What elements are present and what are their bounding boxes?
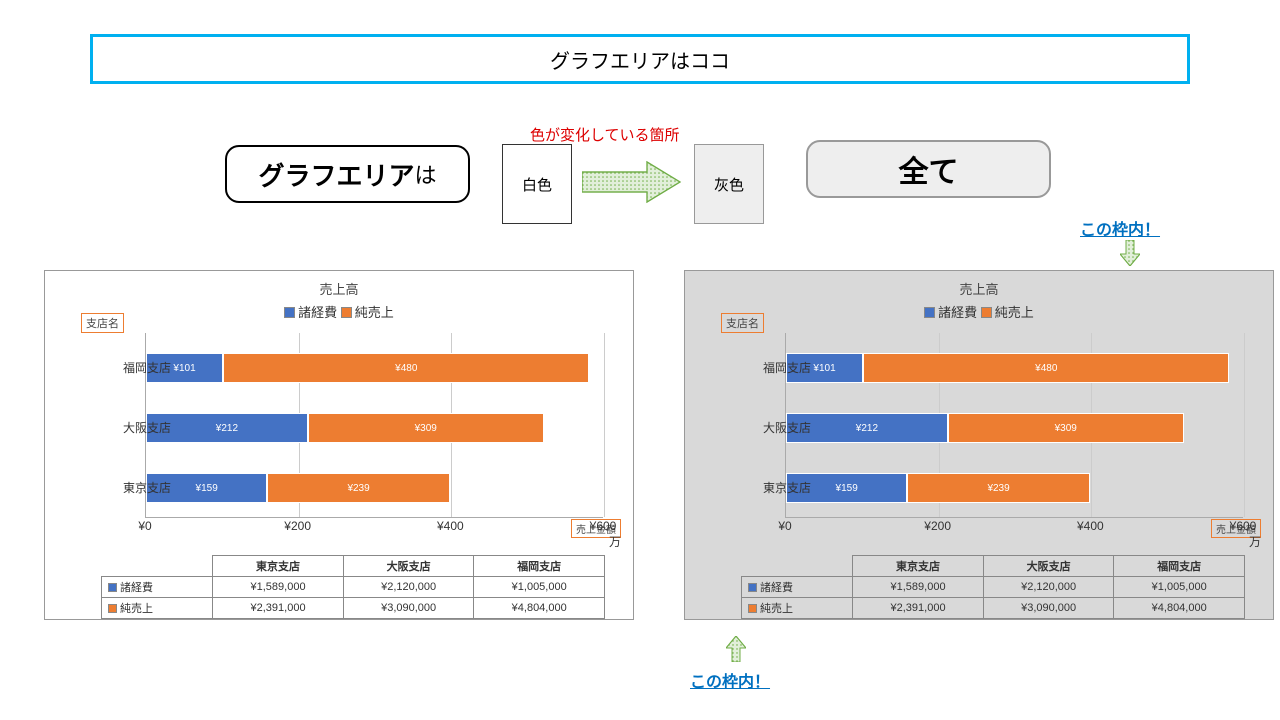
legend-label: 純売上 bbox=[355, 305, 394, 320]
x-tick: ¥0 bbox=[138, 519, 151, 533]
all-box: 全て bbox=[806, 140, 1051, 198]
swatch-grey-label: 灰色 bbox=[714, 174, 744, 195]
title-text: グラフエリアはココ bbox=[550, 45, 730, 74]
bar-segment: ¥239 bbox=[907, 473, 1089, 503]
table-cell: ¥2,120,000 bbox=[983, 577, 1114, 598]
x-tick: ¥200 bbox=[924, 519, 951, 533]
table-cell: ¥2,391,000 bbox=[853, 598, 984, 619]
category-label: 福岡支店 bbox=[111, 359, 171, 376]
table-cell: ¥1,005,000 bbox=[1114, 577, 1245, 598]
legend-label: 諸経費 bbox=[298, 305, 341, 320]
category-label: 大阪支店 bbox=[111, 419, 171, 436]
legend-swatch bbox=[981, 307, 992, 318]
x-tick: ¥200 bbox=[284, 519, 311, 533]
table-cell: ¥2,391,000 bbox=[213, 598, 344, 619]
callout-frame-top: この枠内！ bbox=[1080, 216, 1160, 240]
data-table: 東京支店大阪支店福岡支店諸経費¥1,589,000¥2,120,000¥1,00… bbox=[101, 555, 605, 619]
legend-swatch bbox=[924, 307, 935, 318]
arrow-down-icon bbox=[1120, 240, 1140, 266]
chart-left: 売上高諸経費 純売上 支店名売上金額¥101¥480¥212¥309¥159¥2… bbox=[44, 270, 634, 620]
table-cell: ¥3,090,000 bbox=[983, 598, 1114, 619]
table-cell: ¥1,589,000 bbox=[853, 577, 984, 598]
legend-swatch bbox=[284, 307, 295, 318]
swatch-white-label: 白色 bbox=[522, 174, 552, 195]
table-cell: ¥3,090,000 bbox=[343, 598, 474, 619]
all-label: 全て bbox=[899, 147, 959, 191]
chart-area-box: グラフエリアは bbox=[225, 145, 470, 203]
plot-area: ¥101¥480¥212¥309¥159¥239 bbox=[145, 333, 603, 518]
table-header: 福岡支店 bbox=[474, 556, 605, 577]
chart-title: 売上高 bbox=[57, 279, 621, 298]
arrow-right-icon bbox=[582, 160, 682, 204]
chart-area-bold: グラフエリア bbox=[258, 156, 414, 193]
category-label: 東京支店 bbox=[111, 479, 171, 496]
table-cell: ¥4,804,000 bbox=[474, 598, 605, 619]
table-header: 東京支店 bbox=[853, 556, 984, 577]
title-box: グラフエリアはココ bbox=[90, 34, 1190, 84]
bar-segment: ¥309 bbox=[948, 413, 1184, 443]
legend-label: 純売上 bbox=[995, 305, 1034, 320]
unit-label: 万 bbox=[1249, 533, 1261, 550]
x-tick: ¥600 bbox=[590, 519, 617, 533]
category-label: 大阪支店 bbox=[751, 419, 811, 436]
chart-area-suffix: は bbox=[415, 158, 437, 190]
callout-red: 色が変化している箇所 bbox=[530, 124, 680, 145]
unit-label: 万 bbox=[609, 533, 621, 550]
x-tick: ¥400 bbox=[437, 519, 464, 533]
bar-segment: ¥480 bbox=[223, 353, 589, 383]
x-tick: ¥0 bbox=[778, 519, 791, 533]
table-row-label: 純売上 bbox=[102, 598, 213, 619]
chart-title: 売上高 bbox=[697, 279, 1261, 298]
chart-right: 売上高諸経費 純売上 支店名売上金額¥101¥480¥212¥309¥159¥2… bbox=[684, 270, 1274, 620]
category-label: 福岡支店 bbox=[751, 359, 811, 376]
bar-segment: ¥239 bbox=[267, 473, 449, 503]
arrow-up-icon bbox=[726, 636, 746, 662]
category-label: 東京支店 bbox=[751, 479, 811, 496]
y-axis-label: 支店名 bbox=[721, 313, 764, 333]
plot-area: ¥101¥480¥212¥309¥159¥239 bbox=[785, 333, 1243, 518]
table-row-label: 諸経費 bbox=[102, 577, 213, 598]
bar-segment: ¥480 bbox=[863, 353, 1229, 383]
table-cell: ¥4,804,000 bbox=[1114, 598, 1245, 619]
chart-legend: 諸経費 純売上 bbox=[697, 302, 1261, 321]
table-row-label: 純売上 bbox=[742, 598, 853, 619]
legend-swatch bbox=[341, 307, 352, 318]
table-cell: ¥1,005,000 bbox=[474, 577, 605, 598]
chart-legend: 諸経費 純売上 bbox=[57, 302, 621, 321]
table-cell: ¥2,120,000 bbox=[343, 577, 474, 598]
swatch-grey: 灰色 bbox=[694, 144, 764, 224]
x-tick: ¥600 bbox=[1230, 519, 1257, 533]
legend-label: 諸経費 bbox=[938, 305, 981, 320]
x-tick: ¥400 bbox=[1077, 519, 1104, 533]
data-table: 東京支店大阪支店福岡支店諸経費¥1,589,000¥2,120,000¥1,00… bbox=[741, 555, 1245, 619]
table-header: 福岡支店 bbox=[1114, 556, 1245, 577]
y-axis-label: 支店名 bbox=[81, 313, 124, 333]
swatch-white: 白色 bbox=[502, 144, 572, 224]
table-header: 大阪支店 bbox=[343, 556, 474, 577]
table-header: 大阪支店 bbox=[983, 556, 1114, 577]
table-header: 東京支店 bbox=[213, 556, 344, 577]
table-cell: ¥1,589,000 bbox=[213, 577, 344, 598]
callout-frame-bottom: この枠内！ bbox=[690, 668, 770, 692]
bar-segment: ¥309 bbox=[308, 413, 544, 443]
table-row-label: 諸経費 bbox=[742, 577, 853, 598]
